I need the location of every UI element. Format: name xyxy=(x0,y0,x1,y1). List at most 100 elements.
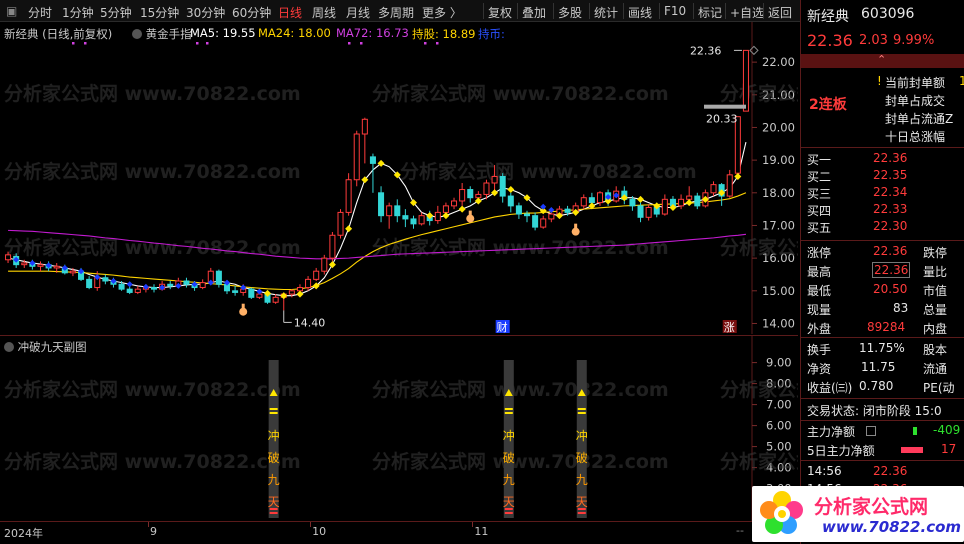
candle[interactable] xyxy=(134,285,141,295)
candle[interactable] xyxy=(313,267,320,281)
buy-level-row[interactable]: 买一 22.36 xyxy=(801,151,964,169)
candle[interactable] xyxy=(102,274,109,285)
candle[interactable] xyxy=(434,205,441,224)
buy-level-price: 22.30 xyxy=(873,219,908,233)
toolbar-action-8[interactable]: 返回 xyxy=(768,4,792,21)
toolbar-action-1[interactable]: 叠加 xyxy=(522,4,546,21)
candle[interactable] xyxy=(523,210,531,223)
candle-body xyxy=(69,270,76,274)
candle[interactable] xyxy=(248,287,255,299)
candle[interactable] xyxy=(337,209,344,239)
toolbar-action-5[interactable]: F10 xyxy=(664,4,686,18)
signal-bar xyxy=(577,412,586,414)
candle[interactable] xyxy=(540,215,547,229)
breakout-signal[interactable]: 冲破九天 xyxy=(268,360,280,518)
candle[interactable] xyxy=(394,199,401,223)
candle[interactable] xyxy=(410,215,417,229)
candle[interactable] xyxy=(459,183,466,206)
candle[interactable] xyxy=(451,197,458,210)
candle[interactable] xyxy=(183,277,190,288)
logo-url: www.70822.com xyxy=(822,518,962,536)
header-dot xyxy=(72,42,75,45)
candle[interactable] xyxy=(515,202,522,219)
candle[interactable] xyxy=(678,194,685,210)
candle[interactable] xyxy=(386,202,393,229)
candle-body xyxy=(645,207,652,218)
toolbar-action-7[interactable]: +自选 xyxy=(730,4,764,21)
candle[interactable] xyxy=(37,261,44,272)
candle[interactable] xyxy=(167,281,174,290)
candle[interactable] xyxy=(345,173,352,216)
candle[interactable] xyxy=(150,284,158,293)
expand-icon[interactable]: ▣ xyxy=(6,4,17,18)
buy-level-row[interactable]: 买三 22.34 xyxy=(801,185,964,203)
candle[interactable] xyxy=(726,169,733,198)
toolbar-tab-2[interactable]: 5分钟 xyxy=(100,4,132,21)
candle[interactable] xyxy=(742,49,749,112)
buy-level-row[interactable]: 买四 22.33 xyxy=(801,202,964,220)
toolbar-tab-0[interactable]: 分时 xyxy=(28,4,52,21)
candle[interactable] xyxy=(467,186,474,203)
candle[interactable] xyxy=(637,202,644,223)
buy-level-label: 买二 xyxy=(807,170,832,184)
candle[interactable] xyxy=(532,212,539,231)
candle[interactable] xyxy=(661,194,668,216)
candle-body xyxy=(467,189,474,199)
candle[interactable] xyxy=(694,192,701,210)
candle-body xyxy=(402,215,409,220)
breakout-signal[interactable]: 冲破九天 xyxy=(576,360,588,518)
toolbar-tab-6[interactable]: 日线 xyxy=(278,4,302,21)
candle[interactable] xyxy=(329,232,336,262)
candle[interactable] xyxy=(305,276,312,291)
candle[interactable] xyxy=(580,194,587,210)
main-net-5d-bar xyxy=(901,447,923,453)
candle[interactable] xyxy=(86,276,93,290)
price-tag-bar xyxy=(704,104,746,109)
toolbar-action-6[interactable]: 标记 xyxy=(698,4,722,21)
scroll-end-marker[interactable]: -- xyxy=(736,524,744,537)
toolbar-action-3[interactable]: 统计 xyxy=(594,4,618,21)
candle[interactable] xyxy=(507,192,514,213)
toolbar-action-2[interactable]: 多股 xyxy=(558,4,582,21)
candle[interactable] xyxy=(499,173,506,203)
toolbar-tab-10[interactable]: 更多 〉 xyxy=(422,4,462,21)
info-icon[interactable] xyxy=(866,426,876,436)
toolbar-tab-3[interactable]: 15分钟 xyxy=(140,4,179,21)
candle-body xyxy=(53,265,60,269)
breakout-signal[interactable]: 冲破九天 xyxy=(503,360,515,518)
main-kline-chart[interactable]: 新经典 (日线,前复权) 黄金手指 MA5: 19.55 MA24: 18.00… xyxy=(0,22,798,334)
candle-body xyxy=(459,189,466,202)
seal-label: 十日总涨幅 xyxy=(885,130,946,144)
signal-char: 天 xyxy=(268,495,280,509)
toolbar-tab-1[interactable]: 1分钟 xyxy=(62,4,94,21)
main-net-5d-value: 17 xyxy=(941,442,957,456)
buy-level-row[interactable]: 买二 22.35 xyxy=(801,168,964,186)
candle[interactable] xyxy=(199,279,206,290)
candle[interactable] xyxy=(361,117,368,164)
candle[interactable] xyxy=(645,204,652,221)
quote-label-2: 量比 xyxy=(923,265,948,279)
candle-body xyxy=(369,156,376,164)
candle[interactable] xyxy=(418,212,425,226)
toolbar-action-4[interactable]: 画线 xyxy=(628,4,652,21)
candle-body xyxy=(442,205,449,213)
candle[interactable] xyxy=(378,186,385,223)
candle[interactable] xyxy=(353,130,360,187)
toolbar-tab-8[interactable]: 月线 xyxy=(346,4,370,21)
toolbar-tab-9[interactable]: 多周期 xyxy=(378,4,414,21)
toolbar-tab-7[interactable]: 周线 xyxy=(312,4,336,21)
header-dot xyxy=(348,42,351,45)
candle[interactable] xyxy=(272,294,279,304)
candle[interactable] xyxy=(710,181,717,197)
candle[interactable] xyxy=(369,153,376,193)
toolbar-tab-5[interactable]: 60分钟 xyxy=(232,4,271,21)
sub-indicator-chart[interactable]: 冲破九天副图 9.008.007.006.005.004.003.002.00分… xyxy=(0,335,798,522)
chevron-up-icon: ⌃ xyxy=(877,53,887,66)
candle[interactable] xyxy=(232,285,239,296)
collapse-bar[interactable]: ⌃ xyxy=(801,53,964,68)
candle[interactable] xyxy=(402,209,409,228)
candle[interactable] xyxy=(321,254,328,275)
toolbar-action-0[interactable]: 复权 xyxy=(488,4,512,21)
buy-level-row[interactable]: 买五 22.30 xyxy=(801,219,964,237)
toolbar-tab-4[interactable]: 30分钟 xyxy=(186,4,225,21)
